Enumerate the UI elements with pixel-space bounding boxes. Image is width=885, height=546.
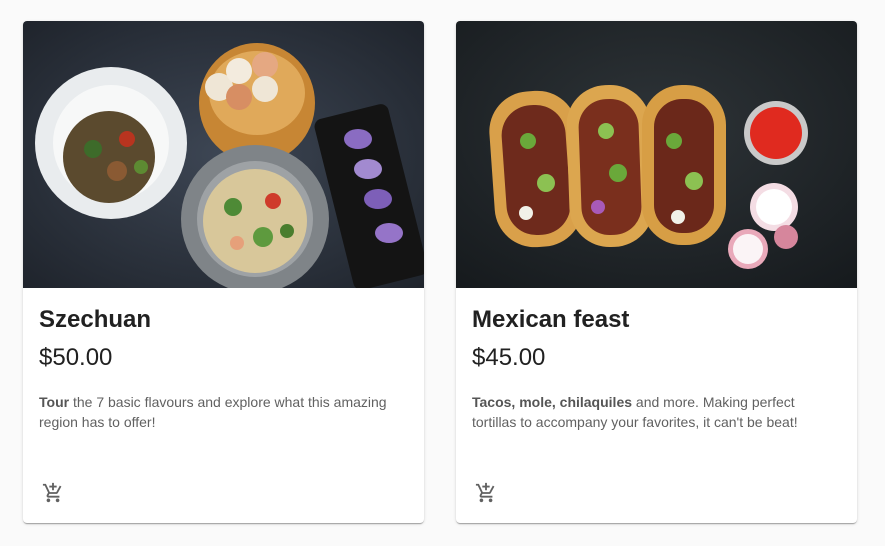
card-price: $45.00 [472,344,546,371]
add-shopping-cart-icon [42,482,62,503]
card-description: Tacos, mole, chilaquiles and more. Makin… [472,392,841,432]
add-to-cart-button[interactable] [468,475,504,511]
card-description: Tour the 7 basic flavours and explore wh… [39,392,408,432]
product-card-szechuan: Szechuan $50.00 Tour the 7 basic flavour… [23,21,424,523]
card-price: $50.00 [39,344,113,371]
card-title: Szechuan [39,306,152,333]
description-highlight: Tacos, mole, chilaquiles [472,394,633,410]
szechuan-food-image [23,21,424,288]
product-card-mexican-feast: Mexican feast $45.00 Tacos, mole, chilaq… [456,21,857,523]
add-shopping-cart-icon [475,482,495,503]
description-highlight: Tour [39,394,70,410]
add-to-cart-button[interactable] [35,475,71,511]
mexican-feast-image [456,21,857,288]
card-title: Mexican feast [472,306,630,333]
description-text: the 7 basic flavours and explore what th… [39,394,387,430]
